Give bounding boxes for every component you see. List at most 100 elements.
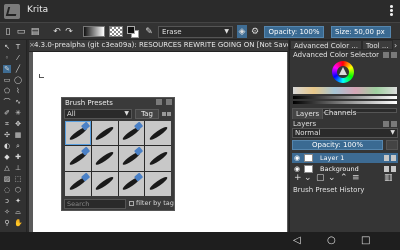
filter-by-tag-checkbox[interactable]: filter by tag [129, 199, 174, 209]
contiguous-selection-tool-icon[interactable]: ✦ [14, 197, 22, 205]
eraser-mode-icon[interactable]: ◈ [237, 25, 247, 38]
brush-preset-thumbnail[interactable] [145, 171, 171, 196]
close-docker-icon[interactable] [391, 121, 397, 127]
close-docker-icon[interactable] [166, 99, 172, 105]
polygonal-selection-tool-icon[interactable]: ⬡ [14, 186, 22, 194]
rectangular-selection-tool-icon[interactable]: ⬚ [14, 175, 22, 183]
home-icon[interactable]: ○ [327, 235, 336, 247]
tab-layers[interactable]: Layers [292, 108, 324, 119]
tab-advanced-color[interactable]: Advanced Color ... [290, 40, 362, 50]
similar-selection-tool-icon[interactable]: ✧ [3, 208, 11, 216]
chevron-down-icon[interactable]: ⌄ [304, 173, 312, 183]
save-document-icon[interactable]: ▤ [30, 25, 40, 38]
move-layer-down-icon[interactable]: ⌄ [328, 173, 336, 183]
eye-icon[interactable]: ◉ [294, 153, 300, 163]
size-slider[interactable]: Size: 50,00 px [331, 26, 391, 38]
layer-opacity-slider[interactable]: Opacity: 100% [292, 140, 383, 150]
chevron-right-icon[interactable]: › [394, 39, 397, 52]
new-document-icon[interactable]: ▯ [3, 25, 13, 38]
crop-tool-icon[interactable]: ⌗ [3, 120, 11, 128]
float-docker-icon[interactable] [383, 121, 389, 127]
undo-icon[interactable]: ↶ [52, 25, 62, 38]
delete-layer-icon[interactable]: ▥ [384, 173, 393, 183]
tab-channels[interactable]: Channels [321, 108, 359, 119]
smart-patch-tool-icon[interactable]: ✚ [14, 153, 22, 161]
brush-preset-thumbnail[interactable] [91, 171, 118, 196]
tab-tool-options[interactable]: Tool ... [362, 40, 393, 50]
freehand-path-tool-icon[interactable]: ∿ [14, 98, 22, 106]
grid-tool-icon[interactable]: ▦ [14, 131, 22, 139]
duplicate-layer-icon[interactable]: ▢ [316, 173, 325, 183]
color-history-bar[interactable] [293, 87, 397, 94]
brush-preset-thumbnail[interactable] [145, 146, 171, 171]
value-bar[interactable] [293, 96, 397, 99]
brush-preset-thumbnail[interactable] [91, 146, 118, 171]
edit-shapes-tool-icon[interactable]: ◦ [3, 54, 11, 62]
saturation-bar[interactable] [293, 101, 397, 104]
float-docker-icon[interactable] [383, 52, 389, 58]
float-docker-icon[interactable] [155, 99, 162, 105]
zoom-tool-icon[interactable]: ⚲ [3, 219, 11, 227]
alpha-lock-icon[interactable] [391, 166, 396, 172]
layer-properties-icon[interactable]: ≡ [352, 173, 360, 183]
lock-icon[interactable] [384, 166, 389, 172]
brush-preset-icon[interactable]: ✎ [144, 25, 154, 38]
reference-tool-icon[interactable]: ▨ [3, 175, 11, 183]
brush-preset-thumbnail[interactable] [118, 171, 145, 196]
brush-preset-thumbnail[interactable] [145, 121, 171, 146]
lock-icon[interactable] [384, 155, 389, 161]
composite-mode-select[interactable]: Normal ▼ [292, 128, 398, 138]
line-tool-icon[interactable]: ╱ [14, 65, 22, 73]
measure-tool-icon[interactable]: ⊥ [14, 164, 22, 172]
freehand-selection-tool-icon[interactable]: ↄ [3, 197, 11, 205]
tag-button[interactable]: Tag [135, 109, 159, 119]
opacity-slider[interactable]: Opacity: 100% [264, 26, 324, 38]
move-tool-icon[interactable]: ✣ [3, 131, 11, 139]
polyline-tool-icon[interactable]: ⌇ [14, 87, 22, 95]
brush-preset-thumbnail[interactable] [65, 171, 91, 196]
preset-search-input[interactable]: Search [64, 199, 126, 209]
foreground-color-swatch[interactable] [127, 26, 135, 34]
gradient-swatch[interactable] [83, 26, 105, 37]
transform-tool-icon[interactable]: ✥ [14, 120, 22, 128]
color-triangle[interactable] [339, 67, 347, 75]
overflow-menu-icon[interactable] [390, 5, 394, 18]
layer-row-layer-1[interactable]: ◉ Layer 1 [292, 153, 398, 163]
multibrush-tool-icon[interactable]: ✳ [14, 109, 22, 117]
open-document-icon[interactable]: ▭ [16, 25, 26, 38]
fill-tool-icon[interactable]: ◆ [3, 153, 11, 161]
move-layer-up-icon[interactable]: ⌃ [340, 173, 348, 183]
layer-options[interactable] [382, 154, 396, 164]
ellipse-tool-icon[interactable]: ◯ [14, 76, 22, 84]
tag-filter-select[interactable]: All ▼ [64, 109, 132, 119]
brush-preset-thumbnail[interactable] [91, 121, 118, 146]
color-wheel[interactable] [332, 61, 354, 83]
assistant-tool-icon[interactable]: △ [3, 164, 11, 172]
bezier-selection-tool-icon[interactable]: ⌓ [14, 208, 22, 216]
bezier-tool-icon[interactable]: ⌒ [3, 98, 11, 106]
rectangle-tool-icon[interactable]: ▭ [3, 76, 11, 84]
brush-preset-thumbnail[interactable] [65, 146, 91, 171]
pattern-swatch[interactable] [109, 26, 123, 37]
calligraphy-tool-icon[interactable]: ⁄ [14, 54, 22, 62]
color-picker-tool-icon[interactable]: ⌕ [14, 142, 22, 150]
list-view-icon[interactable] [167, 112, 171, 116]
preserve-alpha-icon[interactable]: ⚙ [250, 25, 260, 38]
freehand-brush-tool-icon[interactable]: ✎ [3, 65, 11, 73]
alpha-lock-icon[interactable] [391, 155, 396, 161]
pan-tool-icon[interactable]: ✋ [14, 219, 23, 227]
polygon-tool-icon[interactable]: ⬠ [3, 87, 11, 95]
document-tab[interactable]: × 4.3.0-prealpha (git c3ea09a): RESOURCE… [29, 40, 288, 52]
dynamic-brush-tool-icon[interactable]: ✐ [3, 109, 11, 117]
layer-filter-button[interactable] [386, 140, 398, 150]
elliptical-selection-tool-icon[interactable]: ◌ [3, 186, 11, 194]
blend-mode-select[interactable]: Erase ▼ [158, 26, 233, 38]
view-options[interactable] [162, 110, 172, 118]
recents-icon[interactable]: □ [361, 235, 370, 247]
back-icon[interactable]: ◁ [293, 235, 301, 247]
gradient-tool-icon[interactable]: ◐ [3, 142, 11, 150]
redo-icon[interactable]: ↷ [64, 25, 74, 38]
add-layer-icon[interactable]: + [294, 173, 302, 183]
brush-preset-thumbnail[interactable] [65, 121, 91, 146]
brush-preset-thumbnail[interactable] [118, 146, 145, 171]
